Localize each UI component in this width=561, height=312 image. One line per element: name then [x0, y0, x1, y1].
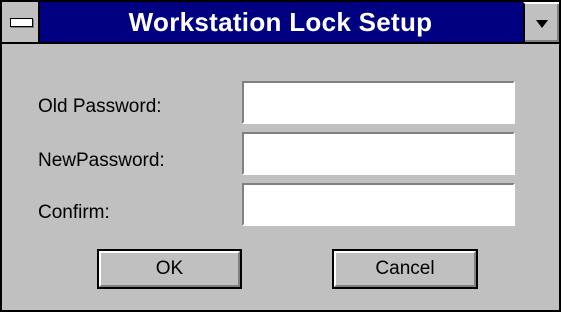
system-menu-button[interactable] [2, 2, 40, 42]
old-password-label: Old Password: [38, 96, 162, 117]
cancel-button-label: Cancel [375, 258, 435, 279]
lock-setup-dialog: Workstation Lock Setup Old Password: New… [0, 0, 561, 312]
ok-button-label: OK [155, 258, 184, 279]
window-dropdown-button[interactable] [523, 2, 559, 42]
window-title: Workstation Lock Setup [128, 7, 433, 37]
dropdown-arrow-icon [536, 20, 548, 28]
new-password-input[interactable] [242, 132, 515, 175]
system-menu-icon [10, 18, 33, 27]
new-password-label: NewPassword: [38, 150, 165, 171]
title-bar[interactable]: Workstation Lock Setup [2, 2, 559, 44]
cancel-button[interactable]: Cancel [332, 249, 478, 289]
old-password-input[interactable] [242, 81, 515, 124]
ok-button[interactable]: OK [97, 249, 242, 289]
confirm-password-input[interactable] [242, 183, 515, 226]
confirm-label: Confirm: [38, 202, 110, 223]
